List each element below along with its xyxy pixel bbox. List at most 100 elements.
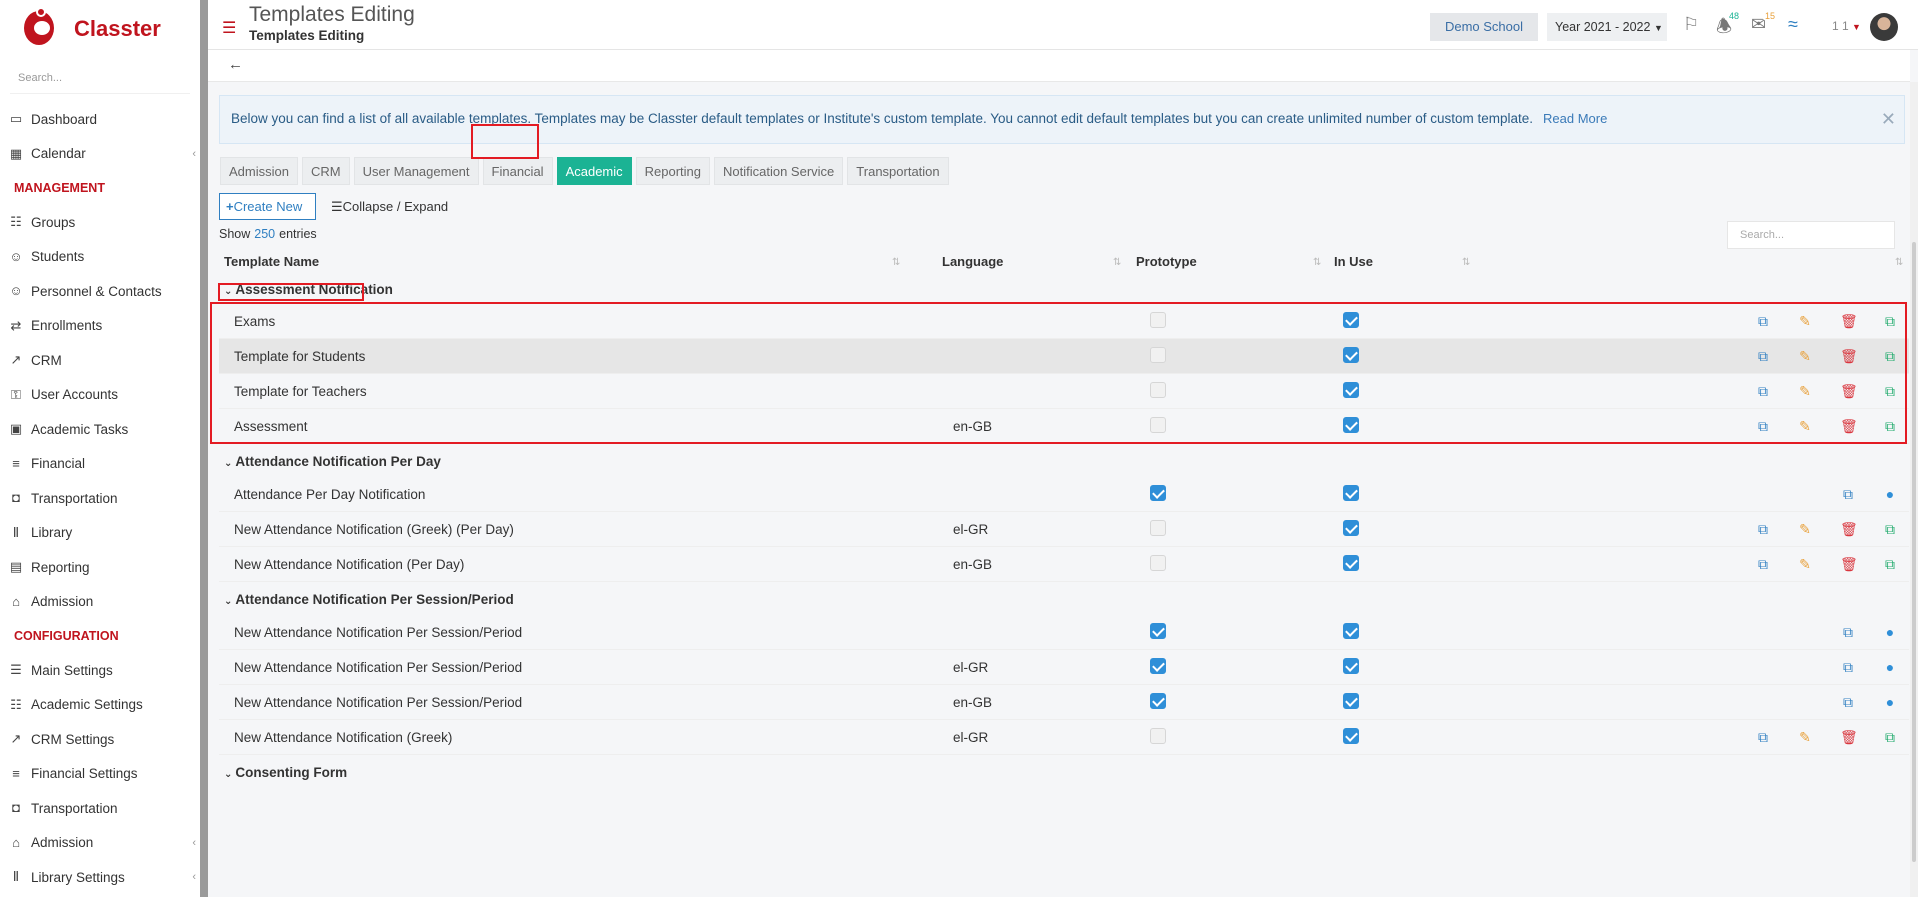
user-avatar[interactable] bbox=[1870, 13, 1898, 41]
in-use-checkbox[interactable] bbox=[1343, 312, 1359, 328]
header-template-name[interactable]: Template Name bbox=[224, 254, 319, 269]
tab-notification-service[interactable]: Notification Service bbox=[714, 157, 844, 185]
in-use-checkbox[interactable] bbox=[1343, 382, 1359, 398]
tab-academic[interactable]: Academic bbox=[556, 157, 632, 185]
copy-icon[interactable]: ⧉ bbox=[1755, 347, 1771, 365]
copy-icon[interactable]: ⧉ bbox=[1840, 693, 1856, 711]
prototype-checkbox[interactable] bbox=[1150, 347, 1166, 363]
copy-icon[interactable]: ⧉ bbox=[1755, 382, 1771, 400]
sidebar-item-groups[interactable]: ☷ Groups bbox=[0, 205, 200, 240]
in-use-checkbox[interactable] bbox=[1343, 623, 1359, 639]
create-new-button[interactable]: +Create New bbox=[219, 193, 316, 220]
trash-icon[interactable]: 🗑 bbox=[1840, 520, 1858, 538]
trash-icon[interactable]: 🗑 bbox=[1840, 555, 1858, 573]
back-arrow-icon[interactable]: ← bbox=[228, 56, 243, 73]
collapse-expand-button[interactable]: ☰Collapse / Expand bbox=[331, 199, 448, 215]
group-header[interactable]: ⌄ Attendance Notification Per Session/Per… bbox=[224, 592, 514, 607]
trash-icon[interactable]: 🗑 bbox=[1840, 728, 1858, 746]
prototype-checkbox[interactable] bbox=[1150, 382, 1166, 398]
duplicate-icon[interactable]: ⧉ bbox=[1882, 347, 1898, 365]
copy-icon[interactable]: ⧉ bbox=[1755, 312, 1771, 330]
prototype-checkbox[interactable] bbox=[1150, 312, 1166, 328]
duplicate-icon[interactable]: ⧉ bbox=[1882, 417, 1898, 435]
trash-icon[interactable]: 🗑 bbox=[1840, 312, 1858, 330]
sidebar-item-user-accounts[interactable]: ⚿ User Accounts bbox=[0, 378, 200, 413]
sidebar-scrollbar[interactable] bbox=[200, 0, 208, 897]
sidebar-item-financial-settings[interactable]: ≡ Financial Settings bbox=[0, 757, 200, 792]
sidebar-item-enrollments[interactable]: ⇄ Enrollments bbox=[0, 309, 200, 344]
prototype-checkbox[interactable] bbox=[1150, 658, 1166, 674]
table-search-input[interactable]: Search... bbox=[1727, 221, 1895, 249]
tab-financial[interactable]: Financial bbox=[482, 157, 553, 185]
flag-icon[interactable]: ⚐ bbox=[1683, 14, 1699, 35]
in-use-checkbox[interactable] bbox=[1343, 485, 1359, 501]
year-selector-dropdown[interactable]: Year 2021 - 2022 ▼ bbox=[1547, 13, 1667, 41]
tab-crm[interactable]: CRM bbox=[301, 157, 350, 185]
copy-icon[interactable]: ⧉ bbox=[1840, 485, 1856, 503]
sidebar-item-admission[interactable]: ⌂ Admission bbox=[0, 585, 200, 620]
pencil-icon[interactable]: ✎ bbox=[1797, 555, 1813, 573]
copy-icon[interactable]: ⧉ bbox=[1755, 520, 1771, 538]
duplicate-icon[interactable]: ⧉ bbox=[1882, 312, 1898, 330]
sort-icon[interactable]: ⇅ bbox=[1895, 257, 1903, 268]
header-prototype[interactable]: Prototype bbox=[1136, 254, 1197, 269]
copy-icon[interactable]: ⧉ bbox=[1755, 728, 1771, 746]
app-logo[interactable]: Classter bbox=[0, 0, 200, 58]
sidebar-item-crm[interactable]: ↗ CRM bbox=[0, 343, 200, 378]
pencil-icon[interactable]: ✎ bbox=[1797, 520, 1813, 538]
copy-icon[interactable]: ⧉ bbox=[1755, 555, 1771, 573]
in-use-checkbox[interactable] bbox=[1343, 728, 1359, 744]
duplicate-icon[interactable]: ⧉ bbox=[1882, 555, 1898, 573]
duplicate-icon[interactable]: ⧉ bbox=[1882, 382, 1898, 400]
in-use-checkbox[interactable] bbox=[1343, 693, 1359, 709]
pencil-icon[interactable]: ✎ bbox=[1797, 347, 1813, 365]
table-row[interactable]: New Attendance Notification Per Session/… bbox=[219, 650, 1909, 685]
layers-icon[interactable]: ≈ bbox=[1788, 14, 1798, 35]
table-row[interactable]: Attendance Per Day Notification ⧉ ● bbox=[219, 477, 1909, 512]
sidebar-item-financial[interactable]: ≡ Financial bbox=[0, 447, 200, 482]
table-row[interactable]: Template for Teachers ⧉ ✎ 🗑 ⧉ bbox=[219, 374, 1909, 409]
trash-icon[interactable]: 🗑 bbox=[1840, 382, 1858, 400]
tab-reporting[interactable]: Reporting bbox=[635, 157, 711, 185]
duplicate-icon[interactable]: ⧉ bbox=[1882, 520, 1898, 538]
sidebar-item-library[interactable]: Ⅱ Library bbox=[0, 516, 200, 551]
copy-icon[interactable]: ⧉ bbox=[1840, 658, 1856, 676]
table-row[interactable]: Assessment en-GB ⧉ ✎ 🗑 ⧉ bbox=[219, 409, 1909, 444]
sidebar-item-main-settings[interactable]: ☰ Main Settings bbox=[0, 653, 200, 688]
sidebar-item-reporting[interactable]: ▤ Reporting bbox=[0, 550, 200, 585]
sidebar-item-library-settings[interactable]: Ⅱ Library Settings ‹ bbox=[0, 860, 200, 895]
user-label[interactable]: 1 1 ▼ bbox=[1832, 19, 1861, 33]
group-header[interactable]: ⌄ Consenting Form bbox=[224, 765, 347, 780]
header-in-use[interactable]: In Use bbox=[1334, 254, 1373, 269]
main-scrollbar[interactable] bbox=[1910, 82, 1918, 897]
tab-admission[interactable]: Admission bbox=[220, 157, 298, 185]
group-header[interactable]: ⌄ Assessment Notification bbox=[224, 282, 393, 297]
sidebar-item-academic-tasks[interactable]: ▣ Academic Tasks bbox=[0, 412, 200, 447]
in-use-checkbox[interactable] bbox=[1343, 658, 1359, 674]
sidebar-item-calendar[interactable]: ▦ Calendar ‹ bbox=[0, 137, 200, 172]
table-row[interactable]: New Attendance Notification Per Session/… bbox=[219, 685, 1909, 720]
table-row[interactable]: Template for Students ⧉ ✎ 🗑 ⧉ bbox=[219, 339, 1909, 374]
table-row[interactable]: New Attendance Notification (Per Day) en-… bbox=[219, 547, 1909, 582]
prototype-checkbox[interactable] bbox=[1150, 693, 1166, 709]
prototype-checkbox[interactable] bbox=[1150, 520, 1166, 536]
table-row[interactable]: New Attendance Notification (Greek) el-GR… bbox=[219, 720, 1909, 755]
prototype-checkbox[interactable] bbox=[1150, 555, 1166, 571]
table-row[interactable]: New Attendance Notification Per Session/… bbox=[219, 615, 1909, 650]
close-icon[interactable]: ✕ bbox=[1881, 109, 1896, 130]
sidebar-search-input[interactable]: Search... bbox=[10, 64, 190, 94]
sidebar-item-dashboard[interactable]: ▭ Dashboard bbox=[0, 102, 200, 137]
sidebar-item-transportation[interactable]: ◘ Transportation bbox=[0, 481, 200, 516]
sidebar-item-personnel-contacts[interactable]: ☺ Personnel & Contacts bbox=[0, 274, 200, 309]
pencil-icon[interactable]: ✎ bbox=[1797, 728, 1813, 746]
prototype-checkbox[interactable] bbox=[1150, 623, 1166, 639]
prototype-checkbox[interactable] bbox=[1150, 728, 1166, 744]
menu-toggle-icon[interactable]: ☰ bbox=[222, 18, 236, 38]
pencil-icon[interactable]: ✎ bbox=[1797, 382, 1813, 400]
sidebar-item-admission[interactable]: ⌂ Admission ‹ bbox=[0, 826, 200, 861]
info-dot-icon[interactable]: ● bbox=[1882, 485, 1898, 503]
in-use-checkbox[interactable] bbox=[1343, 520, 1359, 536]
in-use-checkbox[interactable] bbox=[1343, 417, 1359, 433]
trash-icon[interactable]: 🗑 bbox=[1840, 417, 1858, 435]
in-use-checkbox[interactable] bbox=[1343, 347, 1359, 363]
